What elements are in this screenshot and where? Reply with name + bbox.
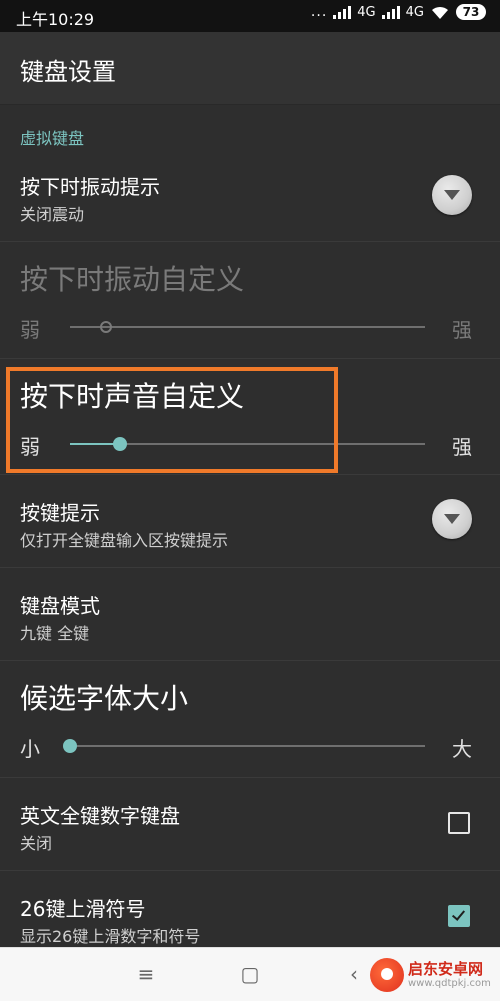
- font-size-slider[interactable]: [63, 739, 425, 753]
- setting-subtitle: 仅打开全键盘输入区按键提示: [20, 531, 229, 550]
- highlight-box: [6, 367, 338, 473]
- app-bar: 键盘设置: [0, 32, 500, 105]
- section-header-virtual-keyboard: 虚拟键盘: [20, 129, 85, 148]
- network-type-1: 4G: [357, 4, 376, 20]
- status-time: 上午10:29: [16, 10, 95, 29]
- slider-max-label: 大: [452, 737, 472, 761]
- setting-title: 按下时振动自定义: [20, 263, 245, 296]
- settings-list[interactable]: 虚拟键盘 按下时振动提示 关闭震动 按下时振动自定义 弱 强 按下时声音自定义 …: [0, 105, 500, 947]
- watermark-name: 启东安卓网: [408, 960, 484, 978]
- vibration-slider: [70, 321, 425, 333]
- wifi-icon: [430, 4, 450, 20]
- status-icons: ... 4G 4G 73: [311, 4, 486, 20]
- slider-max-label: 强: [452, 318, 472, 342]
- setting-key-hint[interactable]: 按键提示 仅打开全键盘输入区按键提示: [0, 475, 500, 568]
- setting-vibration[interactable]: 按下时振动提示 关闭震动: [0, 155, 500, 242]
- setting-font-size[interactable]: 候选字体大小 小 大: [0, 661, 500, 778]
- setting-vibration-custom: 按下时振动自定义 弱 强: [0, 242, 500, 359]
- navigation-bar: ≡ ▢ ‹ 启东安卓网 www.qdtpkj.com: [0, 947, 500, 1001]
- setting-subtitle: 关闭: [20, 834, 53, 853]
- swipe-symbols-checkbox[interactable]: [448, 905, 470, 927]
- dropdown-icon[interactable]: [432, 499, 472, 539]
- dropdown-icon[interactable]: [432, 175, 472, 215]
- setting-subtitle: 九键 全键: [20, 624, 90, 643]
- status-bar: 上午10:29 ... 4G 4G 73: [0, 0, 500, 32]
- slider-min-label: 小: [20, 737, 40, 761]
- slider-max-label: 强: [452, 435, 472, 459]
- page-title: 键盘设置: [20, 58, 116, 86]
- setting-title: 按下时振动提示: [20, 175, 160, 199]
- signal-icon-2: [381, 5, 400, 19]
- slider-thumb[interactable]: [63, 739, 77, 753]
- setting-title: 按键提示: [20, 501, 100, 525]
- menu-icon[interactable]: ≡: [132, 960, 160, 988]
- setting-subtitle: 关闭震动: [20, 205, 85, 224]
- watermark-url: www.qdtpkj.com: [408, 978, 491, 989]
- notification-dots: ...: [310, 4, 328, 20]
- setting-english-number-keyboard[interactable]: 英文全键数字键盘 关闭: [0, 778, 500, 871]
- english-number-checkbox[interactable]: [448, 812, 470, 834]
- setting-title: 英文全键数字键盘: [20, 804, 180, 828]
- back-icon[interactable]: ‹: [340, 960, 368, 988]
- slider-min-label: 弱: [20, 318, 40, 342]
- slider-thumb: [99, 321, 112, 333]
- signal-icon-1: [333, 5, 352, 19]
- watermark-logo-icon: [370, 958, 404, 992]
- home-icon[interactable]: ▢: [236, 960, 264, 988]
- watermark: 启东安卓网 www.qdtpkj.com: [370, 956, 496, 996]
- network-type-2: 4G: [405, 4, 424, 20]
- setting-swipe-symbols[interactable]: 26键上滑符号 显示26键上滑数字和符号: [0, 871, 500, 947]
- setting-keyboard-mode[interactable]: 键盘模式 九键 全键: [0, 568, 500, 661]
- setting-title: 26键上滑符号: [20, 897, 146, 921]
- setting-title: 候选字体大小: [20, 682, 189, 715]
- battery-icon: 73: [456, 4, 486, 20]
- setting-title: 键盘模式: [20, 594, 100, 618]
- setting-subtitle: 显示26键上滑数字和符号: [20, 927, 201, 946]
